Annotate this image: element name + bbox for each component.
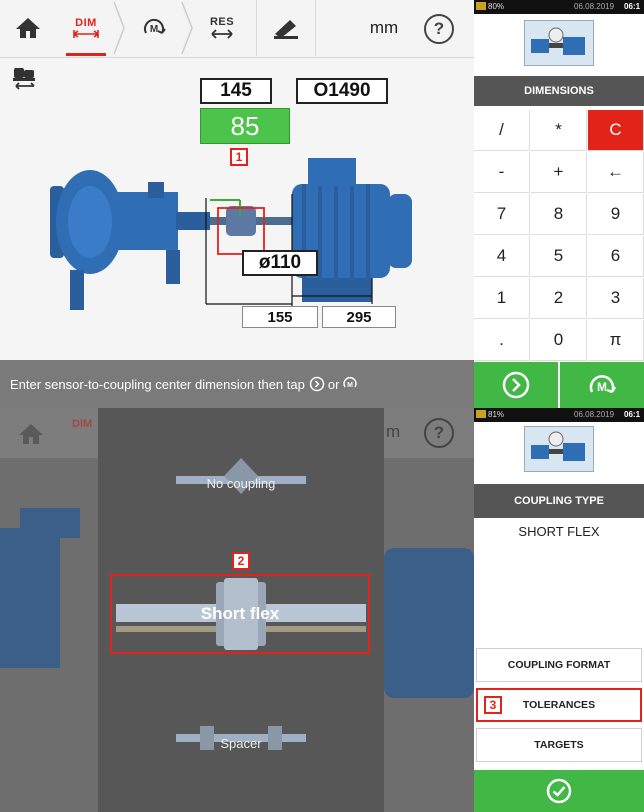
status-bar: 81% 06.08.2019 06:1 <box>474 408 644 422</box>
coupling-type-panel: 81% 06.08.2019 06:1 COUPLING TYPE SHORT … <box>474 408 644 812</box>
key-multiply[interactable]: * <box>531 110 587 151</box>
tolerances-label: TOLERANCES <box>522 699 596 711</box>
breadcrumb-chevron-icon <box>113 1 125 55</box>
coupling-diameter[interactable]: ø110 <box>242 250 318 276</box>
key-4[interactable]: 4 <box>474 236 530 277</box>
instruction-or: or <box>327 376 340 392</box>
measure-m-icon: M <box>144 18 166 35</box>
svg-text:M: M <box>597 380 607 394</box>
svg-text:M: M <box>347 382 353 389</box>
battery-level: 81% <box>488 410 505 419</box>
key-clear[interactable]: C <box>588 110 644 151</box>
key-1[interactable]: 1 <box>474 278 530 319</box>
active-dimension-input[interactable]: 85 <box>200 108 290 144</box>
measure-button[interactable]: M <box>560 362 644 408</box>
tab-results-label: RES <box>209 16 235 28</box>
status-bar: 80% 06.08.2019 06:1 <box>474 0 644 14</box>
status-date: 06.08.2019 <box>574 2 615 11</box>
dimensions-panel: 80% 06.08.2019 06:1 DIMENSIONS / * C - + ← 7 8 9… <box>474 0 644 408</box>
key-decimal[interactable]: . <box>474 320 530 361</box>
dimmed-help: ? <box>424 418 454 448</box>
targets-button[interactable]: TARGETS <box>476 728 642 762</box>
confirm-button[interactable] <box>474 770 644 812</box>
key-divide[interactable]: / <box>474 110 530 151</box>
panel-title: DIMENSIONS <box>474 76 644 106</box>
measure-m-icon: M <box>343 377 358 389</box>
battery-level: 80% <box>488 2 505 11</box>
battery-icon <box>476 2 486 10</box>
dimension-155[interactable]: 155 <box>242 306 318 328</box>
dimmed-unit: m <box>386 422 401 441</box>
key-plus[interactable]: + <box>531 152 587 193</box>
tab-dimensions[interactable]: DIM <box>58 0 114 56</box>
key-3[interactable]: 3 <box>588 278 644 319</box>
coupling-type-picker-view: DIM m ? No coupling 2 Short flex Spacer <box>0 408 474 812</box>
selected-coupling-type: SHORT FLEX <box>518 524 600 539</box>
coupling-format-button[interactable]: COUPLING FORMAT <box>476 648 642 682</box>
next-circle-icon <box>502 371 530 399</box>
step-marker-2: 2 <box>232 552 250 570</box>
machine-thumbnail[interactable] <box>524 426 594 472</box>
dimension-295[interactable]: 295 <box>322 306 396 328</box>
instruction-text: Enter sensor-to-coupling center dimensio… <box>10 376 305 392</box>
key-6[interactable]: 6 <box>588 236 644 277</box>
key-0[interactable]: 0 <box>531 320 587 361</box>
machine-thumbnail-icon <box>531 431 585 461</box>
machine-thumbnail-icon <box>531 27 585 55</box>
tab-measure[interactable]: M <box>126 0 182 56</box>
breadcrumb-chevron-icon <box>181 1 193 55</box>
help-button[interactable]: ? <box>424 14 454 44</box>
key-2[interactable]: 2 <box>531 278 587 319</box>
option-short-flex[interactable]: Short flex <box>110 574 370 654</box>
status-time: 06:1 <box>624 2 641 11</box>
key-7[interactable]: 7 <box>474 194 530 235</box>
top-navigation-bar: DIM M RES mm ? <box>0 0 474 58</box>
dimension-145[interactable]: 145 <box>200 78 272 104</box>
battery-icon <box>476 410 486 418</box>
dimension-1490[interactable]: O1490 <box>296 78 388 104</box>
tab-results[interactable]: RES <box>194 0 250 56</box>
align-machine-icon <box>274 20 298 39</box>
dimmed-tab-dim: DIM <box>72 418 93 430</box>
next-button[interactable] <box>474 362 558 408</box>
svg-text:M: M <box>150 24 158 35</box>
unit-selector[interactable]: mm <box>356 0 412 56</box>
machine-thumbnail[interactable] <box>524 20 594 66</box>
status-date: 06.08.2019 <box>574 410 615 419</box>
checkmark-circle-icon <box>546 778 572 804</box>
key-8[interactable]: 8 <box>531 194 587 235</box>
measure-m-icon: M <box>589 375 617 394</box>
key-pi[interactable]: π <box>588 320 644 361</box>
active-tab-indicator <box>66 53 106 56</box>
results-arrows-icon <box>211 29 233 39</box>
step-marker-3: 3 <box>484 696 502 714</box>
machine-view: 145 O1490 85 1 ø110 155 295 <box>0 58 474 360</box>
tab-align[interactable] <box>256 0 316 56</box>
option-spacer[interactable]: Spacer <box>176 736 306 751</box>
panel-title: COUPLING TYPE <box>474 484 644 518</box>
tab-dimensions-label: DIM <box>75 17 97 29</box>
dimension-arrows-icon <box>73 30 99 38</box>
home-button[interactable] <box>0 0 56 56</box>
key-minus[interactable]: - <box>474 152 530 193</box>
key-9[interactable]: 9 <box>588 194 644 235</box>
instruction-bar: Enter sensor-to-coupling center dimensio… <box>0 360 474 408</box>
option-short-flex-label: Short flex <box>200 604 280 623</box>
next-circle-icon <box>309 376 325 392</box>
option-no-coupling[interactable]: No coupling <box>176 476 306 491</box>
coupling-picker: No coupling 2 Short flex Spacer <box>98 408 384 812</box>
status-time: 06:1 <box>624 410 641 419</box>
no-coupling-illustration <box>176 458 306 494</box>
key-5[interactable]: 5 <box>531 236 587 277</box>
home-icon <box>16 18 40 38</box>
step-marker-1: 1 <box>230 148 248 166</box>
home-icon <box>19 424 43 444</box>
key-backspace[interactable]: ← <box>588 152 644 193</box>
